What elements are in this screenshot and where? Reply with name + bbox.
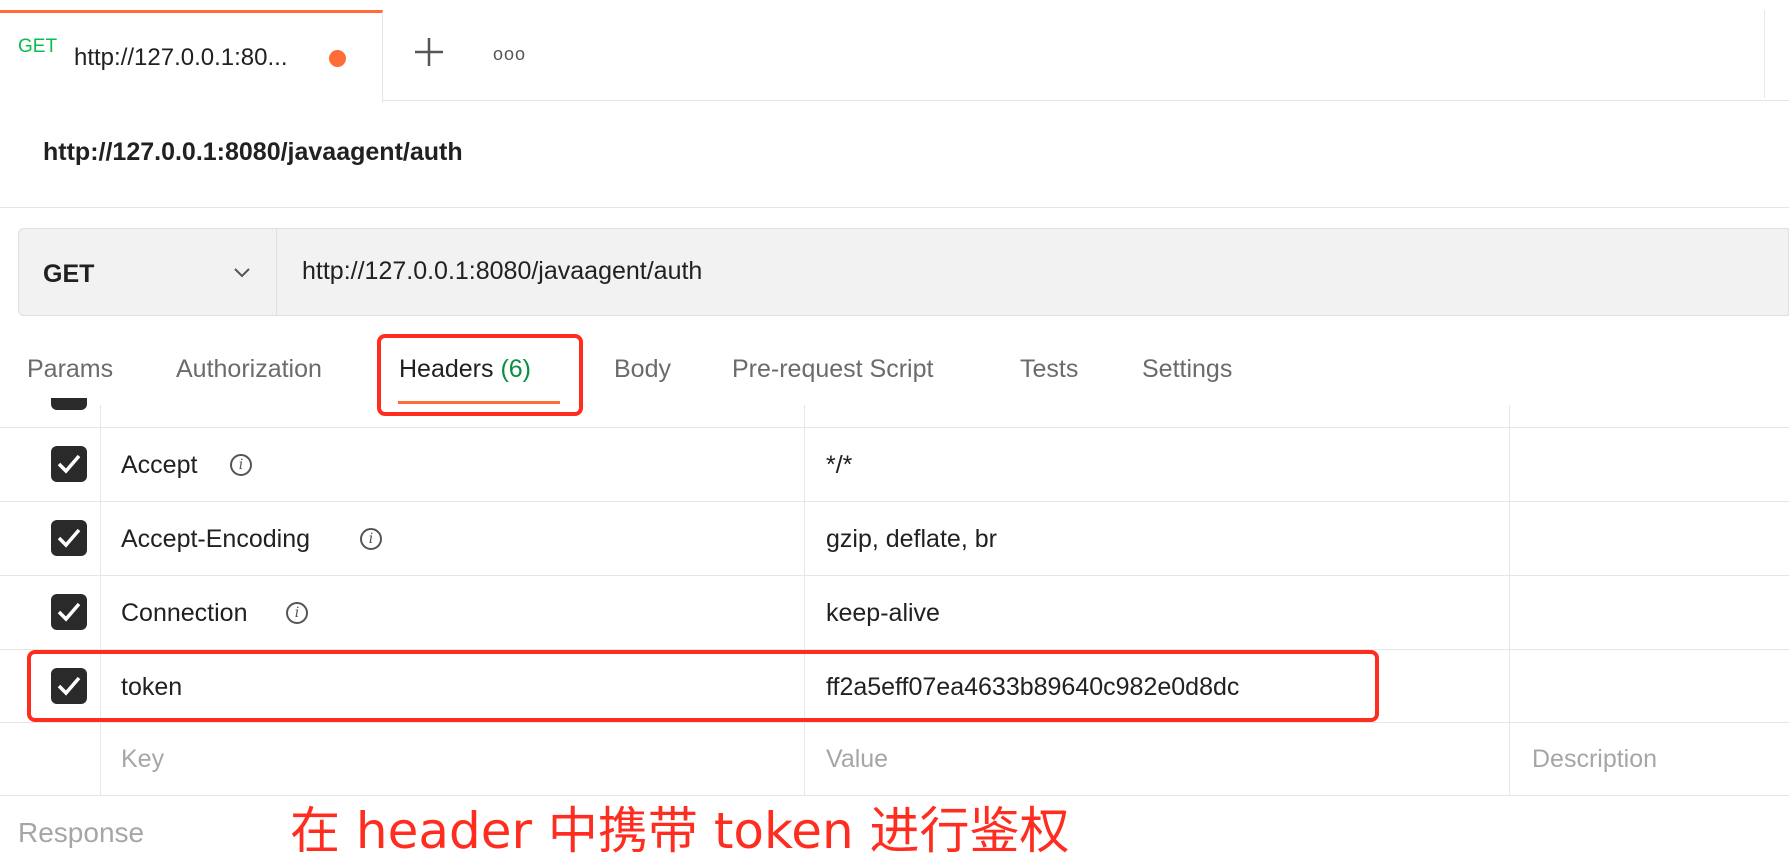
tab-method: GET bbox=[18, 36, 58, 57]
request-title[interactable]: http://127.0.0.1:8080/javaagent/auth bbox=[43, 138, 463, 167]
row-divider bbox=[0, 722, 1789, 723]
tab-title[interactable]: http://127.0.0.1:80... bbox=[74, 44, 288, 72]
header-value[interactable]: */* bbox=[826, 451, 852, 480]
row-checkbox[interactable] bbox=[51, 398, 87, 410]
response-label: Response bbox=[18, 817, 145, 848]
row-divider bbox=[0, 575, 1789, 576]
tab-body[interactable]: Body bbox=[614, 355, 671, 384]
row-divider bbox=[0, 501, 1789, 502]
annotation-caption: 在 header 中携带 token 进行鉴权 bbox=[290, 802, 1070, 860]
info-icon[interactable]: i bbox=[230, 454, 252, 476]
tab-settings[interactable]: Settings bbox=[1142, 355, 1232, 384]
new-tab-plus-icon[interactable] bbox=[411, 34, 447, 70]
row-checkbox[interactable] bbox=[51, 520, 87, 556]
token-row-highlight-box bbox=[27, 650, 1379, 722]
row-checkbox[interactable] bbox=[51, 594, 87, 630]
title-divider bbox=[0, 207, 1789, 208]
method-label: GET bbox=[43, 260, 95, 288]
headers-tab-highlight-box bbox=[377, 334, 583, 416]
row-checkbox[interactable] bbox=[51, 446, 87, 482]
header-key[interactable]: Connection bbox=[121, 599, 247, 628]
key-placeholder[interactable]: Key bbox=[121, 745, 164, 774]
header-value[interactable]: keep-alive bbox=[826, 599, 940, 628]
value-placeholder[interactable]: Value bbox=[826, 745, 888, 774]
unsaved-dot-icon bbox=[329, 50, 346, 67]
chevron-down-icon[interactable] bbox=[232, 262, 252, 282]
url-text: http://127.0.0.1:8080/javaagent/auth bbox=[302, 257, 703, 285]
info-icon[interactable]: i bbox=[360, 528, 382, 550]
header-value[interactable]: gzip, deflate, br bbox=[826, 525, 997, 554]
header-key[interactable]: Accept bbox=[121, 451, 197, 480]
tab-authorization[interactable]: Authorization bbox=[176, 355, 322, 384]
tab-bar-divider bbox=[1764, 10, 1765, 98]
tab-params[interactable]: Params bbox=[27, 355, 113, 384]
header-key[interactable]: Accept-Encoding bbox=[121, 525, 310, 554]
tab-tests[interactable]: Tests bbox=[1020, 355, 1078, 384]
description-placeholder[interactable]: Description bbox=[1532, 745, 1657, 774]
info-icon[interactable]: i bbox=[286, 602, 308, 624]
table-row bbox=[0, 428, 1789, 501]
tab-prerequest-script[interactable]: Pre-request Script bbox=[732, 355, 933, 384]
more-options-icon[interactable]: ooo bbox=[493, 44, 526, 65]
